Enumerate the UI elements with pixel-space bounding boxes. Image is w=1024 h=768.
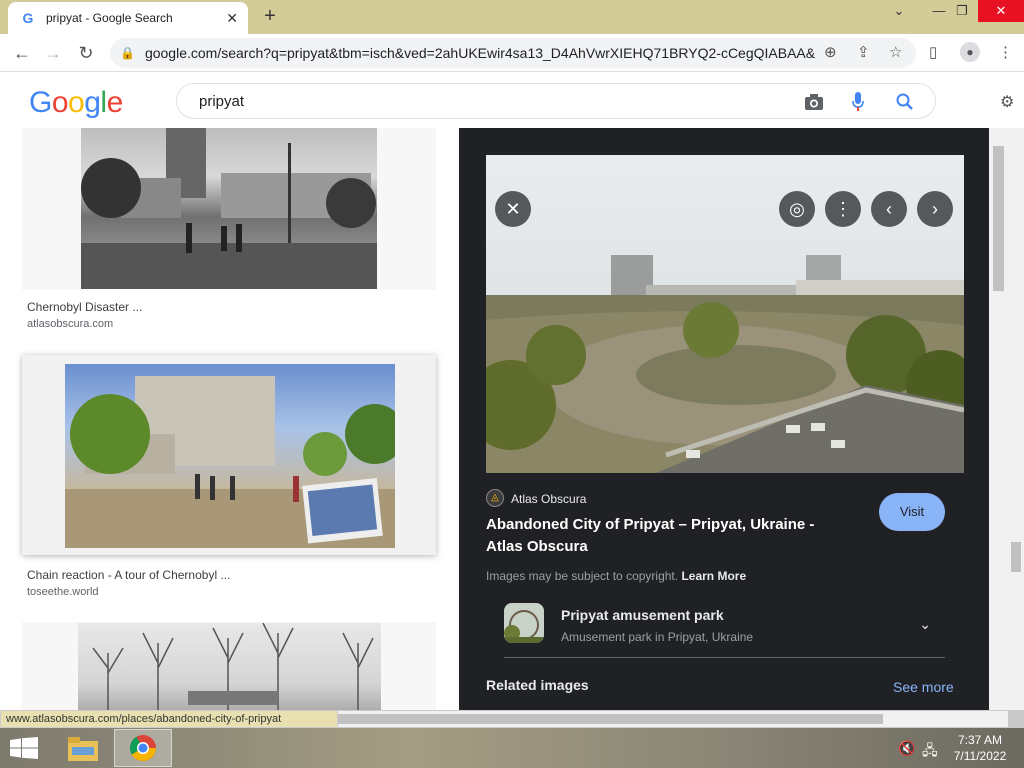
google-favicon-icon: G [22,10,34,26]
tab-strip: G pripyat - Google Search ✕ + ⌄ — ❐ ✕ [0,0,1024,34]
camera-icon[interactable] [804,93,824,111]
network-icon[interactable]: 🖧 [922,740,938,764]
horizontal-scroll-thumb[interactable] [338,714,883,724]
tab-search-icon[interactable]: ⌄ [882,0,916,22]
see-more-link[interactable]: See more [893,679,954,695]
result-thumbnail[interactable] [78,622,381,710]
restore-icon[interactable]: ❐ [945,0,979,22]
system-clock[interactable]: 7:37 AM 7/11/2022 [950,732,1010,764]
copyright-notice: Images may be subject to copyright. Lear… [486,569,746,583]
settings-gear-icon[interactable]: ⚙ [1000,92,1014,112]
file-explorer-icon[interactable] [54,729,112,767]
preview-source[interactable]: Atlas Obscura [511,492,586,506]
panel-scroll-thumb[interactable] [993,146,1004,291]
menu-icon[interactable]: ⋮ [998,43,1013,61]
result-card[interactable] [22,128,436,290]
panel-scrollbar[interactable] [989,128,1008,710]
star-icon[interactable]: ☆ [889,43,902,61]
page-scroll-thumb[interactable] [1011,542,1021,572]
clock-time: 7:37 AM [957,733,1003,747]
mic-icon[interactable] [852,92,864,112]
google-logo[interactable]: Google [29,86,123,120]
visit-button[interactable]: Visit [879,493,945,531]
chevron-down-icon[interactable]: ⌄ [919,616,931,633]
atlas-obscura-icon: ◬ [486,489,504,507]
result-title[interactable]: Chain reaction - A tour of Chernobyl ... [27,568,230,582]
result-card-selected[interactable] [22,355,436,555]
image-results: Chernobyl Disaster ... atlasobscura.com … [0,128,459,710]
sidebar-icon[interactable]: ▯ [929,43,937,61]
forward-icon[interactable]: → [42,42,64,64]
next-icon[interactable]: › [917,191,953,227]
back-icon[interactable]: ← [11,42,33,64]
copyright-text: Images may be subject to copyright. [486,569,679,583]
close-preview-icon[interactable]: ✕ [495,191,531,227]
result-image-art [81,128,377,289]
url-text: google.com/search?q=pripyat&tbm=isch&ved… [144,45,815,61]
close-window-icon[interactable]: ✕ [978,0,1024,22]
lens-icon[interactable]: ◎ [779,191,815,227]
entity-description: Amusement park in Pripyat, Ukraine [561,630,754,644]
search-box[interactable]: pripyat [176,83,936,119]
result-thumbnail[interactable] [81,128,377,289]
entity-thumbnail [504,603,544,643]
preview-title[interactable]: Abandoned City of Pripyat – Pripyat, Ukr… [486,514,846,558]
page-scrollbar[interactable] [1008,128,1024,710]
close-tab-icon[interactable]: ✕ [226,10,238,27]
result-card[interactable] [22,622,436,710]
learn-more-link[interactable]: Learn More [681,569,746,583]
volume-muted-icon[interactable]: 🔇 [898,740,915,757]
more-icon[interactable]: ⋮ [825,191,861,227]
share-icon[interactable]: ⇪ [857,43,870,61]
browser-toolbar: ← → ↻ 🔒 google.com/search?q=pripyat&tbm=… [0,34,1024,72]
result-source[interactable]: toseethe.world [27,586,99,598]
chrome-icon[interactable] [114,729,172,767]
zoom-icon[interactable]: ⊕ [824,43,837,61]
entity-card[interactable]: Pripyat amusement park Amusement park in… [504,600,945,658]
prev-icon[interactable]: ‹ [871,191,907,227]
result-title[interactable]: Chernobyl Disaster ... [27,300,142,314]
result-image-art [92,622,374,710]
windows-taskbar: 🔇 🖧 7:37 AM 7/11/2022 [0,728,1024,768]
horizontal-scrollbar[interactable] [338,711,1008,727]
clock-date: 7/11/2022 [953,749,1007,763]
search-input[interactable]: pripyat [199,93,244,110]
browser-tab[interactable]: G pripyat - Google Search ✕ [8,2,248,34]
image-preview-panel: ✕ ◎ ⋮ ‹ › ◬ Atlas Obscura Abandoned City… [459,128,989,710]
profile-icon[interactable]: ● [960,42,980,62]
address-bar[interactable]: 🔒 google.com/search?q=pripyat&tbm=isch&v… [110,38,916,68]
tab-title: pripyat - Google Search [46,11,173,25]
result-source[interactable]: atlasobscura.com [27,318,113,330]
related-images-heading: Related images [486,677,589,693]
preview-image[interactable]: ✕ ◎ ⋮ ‹ › [486,155,964,473]
result-image-art [65,376,405,548]
search-header: Google pripyat ⚙ [0,72,1024,128]
search-icon[interactable] [896,93,914,111]
lock-icon: 🔒 [120,46,135,60]
result-thumbnail[interactable] [65,364,405,548]
status-bar-url: www.atlasobscura.com/places/abandoned-ci… [0,710,338,728]
entity-name: Pripyat amusement park [561,607,724,623]
new-tab-icon[interactable]: + [258,5,282,29]
reload-icon[interactable]: ↻ [75,42,97,64]
windows-start-icon[interactable] [10,737,38,759]
